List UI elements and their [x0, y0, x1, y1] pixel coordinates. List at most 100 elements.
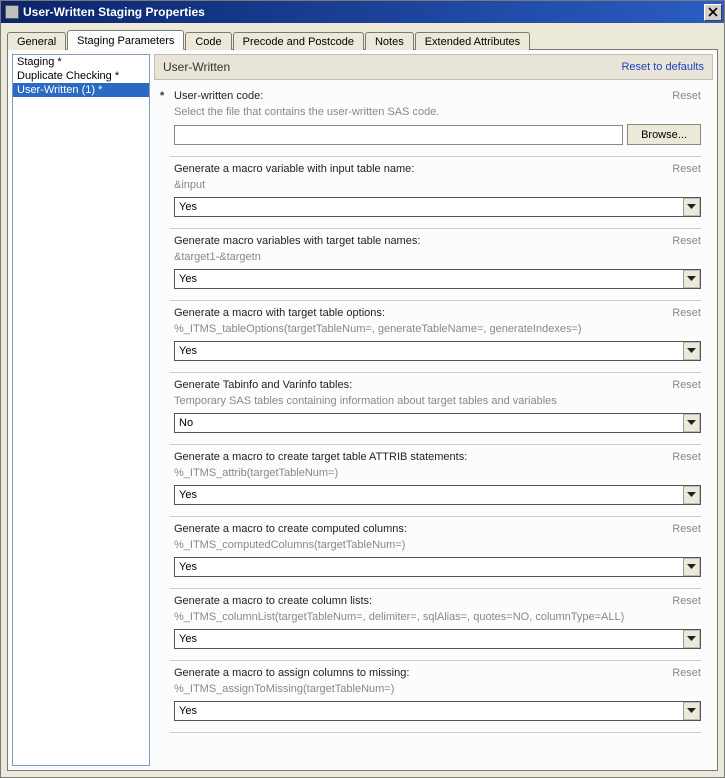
chevron-down-icon: [683, 270, 700, 288]
section: Generate a macro to create computed colu…: [154, 517, 711, 581]
content-area: General Staging Parameters Code Precode …: [1, 23, 724, 777]
file-path-input[interactable]: [174, 125, 623, 145]
tab-code[interactable]: Code: [185, 32, 231, 50]
tab-precode-postcode[interactable]: Precode and Postcode: [233, 32, 364, 50]
section: * User-written code: ResetSelect the file …: [154, 84, 711, 149]
reset-link[interactable]: Reset: [672, 235, 701, 247]
section-control-row: Yes: [160, 699, 701, 721]
section-label: User-written code:: [174, 90, 668, 102]
chevron-down-icon: [683, 414, 700, 432]
section-label: Generate Tabinfo and Varinfo tables:: [174, 379, 668, 391]
section: Generate Tabinfo and Varinfo tables: Rese…: [154, 373, 711, 437]
reset-link[interactable]: Reset: [672, 595, 701, 607]
select-value: No: [179, 417, 193, 429]
reset-link[interactable]: Reset: [672, 523, 701, 535]
section-description: %_ITMS_columnList(targetTableNum=, delim…: [160, 607, 701, 627]
select-dropdown[interactable]: Yes: [174, 557, 701, 577]
section-label: Generate a macro with target table optio…: [174, 307, 668, 319]
select-value: Yes: [179, 705, 197, 717]
reset-link[interactable]: Reset: [672, 451, 701, 463]
close-button[interactable]: [704, 4, 722, 21]
tab-extended-attributes[interactable]: Extended Attributes: [415, 32, 530, 50]
section-header-row: Generate a macro to create target table …: [160, 451, 701, 463]
select-value: Yes: [179, 273, 197, 285]
select-dropdown[interactable]: Yes: [174, 629, 701, 649]
required-asterisk: *: [160, 90, 170, 102]
select-dropdown[interactable]: Yes: [174, 269, 701, 289]
section-header-row: Generate macro variables with target tab…: [160, 235, 701, 247]
tabstrip: General Staging Parameters Code Precode …: [7, 29, 718, 50]
section-header-row: Generate a macro with target table optio…: [160, 307, 701, 319]
tab-body: Staging * Duplicate Checking * User-Writ…: [7, 50, 718, 771]
section-control-row: Yes: [160, 339, 701, 361]
section-control-row: Browse...: [160, 122, 701, 145]
chevron-down-icon: [683, 702, 700, 720]
reset-link[interactable]: Reset: [672, 379, 701, 391]
section: Generate a macro with target table optio…: [154, 301, 711, 365]
section-label: Generate macro variables with target tab…: [174, 235, 668, 247]
select-dropdown[interactable]: Yes: [174, 485, 701, 505]
select-value: Yes: [179, 561, 197, 573]
tab-staging-parameters[interactable]: Staging Parameters: [67, 30, 184, 50]
section-header-row: Generate Tabinfo and Varinfo tables: Rese…: [160, 379, 701, 391]
reset-link[interactable]: Reset: [672, 90, 701, 102]
side-item-staging[interactable]: Staging *: [13, 55, 149, 69]
titlebar-left: User-Written Staging Properties: [5, 5, 205, 19]
close-icon: [708, 7, 718, 17]
reset-to-defaults-link[interactable]: Reset to defaults: [621, 61, 704, 73]
titlebar: User-Written Staging Properties: [1, 1, 724, 23]
section-description: Select the file that contains the user-w…: [160, 102, 701, 122]
reset-link[interactable]: Reset: [672, 667, 701, 679]
chevron-down-icon: [683, 342, 700, 360]
section-control-row: Yes: [160, 195, 701, 217]
panel-header: User-Written Reset to defaults: [154, 54, 713, 80]
reset-link[interactable]: Reset: [672, 307, 701, 319]
panel-title: User-Written: [163, 60, 230, 74]
select-dropdown[interactable]: Yes: [174, 341, 701, 361]
chevron-down-icon: [683, 486, 700, 504]
chevron-down-icon: [683, 630, 700, 648]
select-dropdown[interactable]: No: [174, 413, 701, 433]
section: Generate a macro variable with input tab…: [154, 157, 711, 221]
section-control-row: Yes: [160, 627, 701, 649]
section-control-row: Yes: [160, 267, 701, 289]
section: Generate a macro to assign columns to mi…: [154, 661, 711, 725]
select-value: Yes: [179, 489, 197, 501]
section-description: %_ITMS_computedColumns(targetTableNum=): [160, 535, 701, 555]
section-description: %_ITMS_tableOptions(targetTableNum=, gen…: [160, 319, 701, 339]
section-description: %_ITMS_assignToMissing(targetTableNum=): [160, 679, 701, 699]
app-icon: [5, 5, 19, 19]
section-label: Generate a macro to create computed colu…: [174, 523, 668, 535]
section-divider: [170, 732, 701, 733]
section-control-row: Yes: [160, 483, 701, 505]
section-description: %_ITMS_attrib(targetTableNum=): [160, 463, 701, 483]
browse-button[interactable]: Browse...: [627, 124, 701, 145]
window: User-Written Staging Properties General …: [0, 0, 725, 778]
panel-body: *User-written code:ResetSelect the file …: [154, 80, 713, 766]
section-header-row: Generate a macro variable with input tab…: [160, 163, 701, 175]
select-value: Yes: [179, 201, 197, 213]
main-panel: User-Written Reset to defaults * User-wri…: [154, 54, 713, 766]
section-description: &target1-&targetn: [160, 247, 701, 267]
chevron-down-icon: [683, 558, 700, 576]
section-header-row: Generate a macro to assign columns to mi…: [160, 667, 701, 679]
side-list: Staging * Duplicate Checking * User-Writ…: [12, 54, 150, 766]
section-header-row: * User-written code: Reset: [160, 90, 701, 102]
section-label: Generate a macro variable with input tab…: [174, 163, 668, 175]
section-description: &input: [160, 175, 701, 195]
section-header-row: Generate a macro to create column lists:…: [160, 595, 701, 607]
side-item-user-written[interactable]: User-Written (1) *: [13, 83, 149, 97]
section-control-row: Yes: [160, 555, 701, 577]
tab-notes[interactable]: Notes: [365, 32, 414, 50]
select-dropdown[interactable]: Yes: [174, 701, 701, 721]
section-label: Generate a macro to create target table …: [174, 451, 668, 463]
reset-link[interactable]: Reset: [672, 163, 701, 175]
section-header-row: Generate a macro to create computed colu…: [160, 523, 701, 535]
side-item-duplicate-checking[interactable]: Duplicate Checking *: [13, 69, 149, 83]
section: Generate macro variables with target tab…: [154, 229, 711, 293]
section: Generate a macro to create target table …: [154, 445, 711, 509]
select-dropdown[interactable]: Yes: [174, 197, 701, 217]
select-value: Yes: [179, 633, 197, 645]
tab-general[interactable]: General: [7, 32, 66, 50]
section-description: Temporary SAS tables containing informat…: [160, 391, 701, 411]
